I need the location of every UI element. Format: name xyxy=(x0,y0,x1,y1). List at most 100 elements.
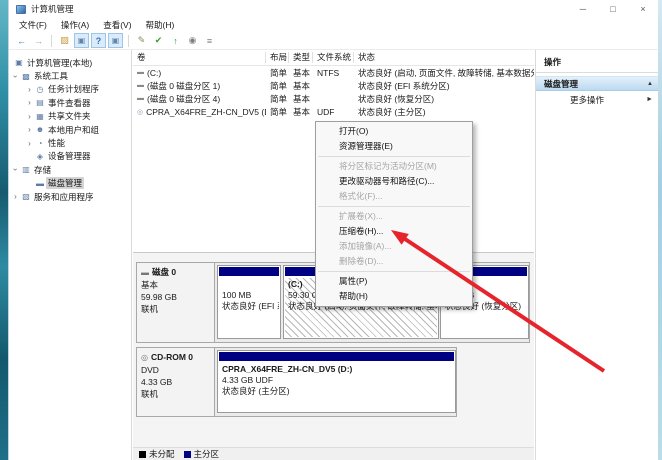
menu-item-add-mirror: 添加镜像(A)... xyxy=(339,241,392,251)
partition-efi[interactable]: 100 MB 状态良好 (EFI 系统分区) xyxy=(217,265,281,339)
tree-item-label: 共享文件夹 xyxy=(48,111,91,122)
menu-file[interactable]: 文件(F) xyxy=(12,19,54,31)
tree-item-system-tools[interactable]: › ▩ 系统工具 xyxy=(9,69,131,82)
tree-item-label: 事件查看器 xyxy=(48,97,91,108)
actions-group-label: 磁盘管理 xyxy=(544,78,579,89)
disk-name: 磁盘 0 xyxy=(152,267,177,277)
find-icon[interactable]: ◉ xyxy=(185,33,200,48)
tree-item-label: 服务和应用程序 xyxy=(34,191,94,202)
chevron-expanded-icon[interactable]: › xyxy=(11,165,20,174)
cd-icon: ◎ xyxy=(137,108,144,116)
chevron-collapsed-icon[interactable]: › xyxy=(25,125,34,134)
tree-item-storage[interactable]: › ▥ 存储 xyxy=(9,163,131,176)
partition-dvd[interactable]: CPRA_X64FRE_ZH-CN_DV5 (D:) 4.33 GB UDF 状… xyxy=(217,350,456,413)
chevron-collapsed-icon[interactable]: › xyxy=(11,192,20,201)
volume-row-c[interactable]: ▬ (C:) 简单 基本 NTFS 状态良好 (启动, 页面文件, 故障转储, 基… xyxy=(133,66,534,79)
volume-row-dvd[interactable]: ◎ CPRA_X64FRE_ZH-CN_DV5 (D:) 简单 基本 UDF 状态… xyxy=(133,105,534,118)
volume-row-partition1[interactable]: ▬ (磁盘 0 磁盘分区 1) 简单 基本 状态良好 (EFI 系统分区) xyxy=(133,79,534,92)
more-actions-label: 更多操作 xyxy=(570,94,605,105)
tree-item-task-scheduler[interactable]: › ◷ 任务计划程序 xyxy=(9,83,131,96)
tree-item-shared-folders[interactable]: › ▦ 共享文件夹 xyxy=(9,110,131,123)
menu-item-explorer[interactable]: 资源管理器(E) xyxy=(316,139,472,154)
chevron-collapsed-icon[interactable]: › xyxy=(25,112,34,121)
chevron-collapsed-icon[interactable]: › xyxy=(25,139,34,148)
minimize-button[interactable]: ─ xyxy=(568,0,598,18)
collapse-icon[interactable]: ▲ xyxy=(647,81,653,87)
volume-filesystem: UDF xyxy=(317,106,335,117)
computer-icon: ▣ xyxy=(15,58,23,68)
cd-icon: ◎ xyxy=(141,353,148,362)
volume-layout: 简单 xyxy=(270,106,288,117)
toolbar-separator xyxy=(128,34,129,47)
volume-type: 基本 xyxy=(293,106,311,117)
back-icon[interactable]: ← xyxy=(14,33,29,48)
actions-header: 操作 xyxy=(536,50,659,73)
column-header-type[interactable]: 类型 xyxy=(289,52,313,63)
tree-item-device-manager[interactable]: ◈ 设备管理器 xyxy=(9,150,131,163)
show-action-pane-icon[interactable]: ▣ xyxy=(108,33,123,48)
chevron-collapsed-icon[interactable]: › xyxy=(25,98,34,107)
forward-icon[interactable]: → xyxy=(31,33,46,48)
volume-name: CPRA_X64FRE_ZH-CN_DV5 (D:) xyxy=(146,106,266,117)
chevron-expanded-icon[interactable]: › xyxy=(11,72,20,81)
volume-layout: 简单 xyxy=(270,93,288,104)
chevron-collapsed-icon[interactable]: › xyxy=(25,85,34,94)
column-header-volume[interactable]: 卷 xyxy=(133,52,266,63)
volume-list-header: 卷 布局 类型 文件系统 状态 xyxy=(133,50,534,66)
actions-more-actions[interactable]: 更多操作 ► xyxy=(536,91,659,108)
menu-help[interactable]: 帮助(H) xyxy=(139,19,182,31)
volume-status: 状态良好 (EFI 系统分区) xyxy=(358,80,450,91)
tree-item-computer-management[interactable]: ▣ 计算机管理(本地) xyxy=(9,56,131,69)
check-disk-icon[interactable]: ✔ xyxy=(151,33,166,48)
menu-item-help[interactable]: 帮助(H) xyxy=(316,289,472,304)
volume-icon: ▬ xyxy=(137,69,144,76)
legend-unallocated: 未分配 xyxy=(139,448,175,460)
tree-item-event-viewer[interactable]: › ▤ 事件查看器 xyxy=(9,96,131,109)
volume-name: (磁盘 0 磁盘分区 4) xyxy=(147,93,221,104)
menu-item-shrink-volume[interactable]: 压缩卷(H)... xyxy=(316,224,472,239)
up-level-icon[interactable]: ↑ xyxy=(168,33,183,48)
column-header-filesystem[interactable]: 文件系统 xyxy=(313,52,354,63)
volume-name: (C:) xyxy=(147,67,162,78)
tree-item-services-applications[interactable]: › ▧ 服务和应用程序 xyxy=(9,190,131,203)
disk-0-header[interactable]: ▬ 磁盘 0 基本 59.98 GB 联机 xyxy=(137,263,215,342)
volume-filesystem: NTFS xyxy=(317,67,340,78)
performance-icon: ◔ xyxy=(37,138,43,148)
partition-label: CPRA_X64FRE_ZH-CN_DV5 (D:) xyxy=(222,364,353,374)
tree-item-performance[interactable]: › ◔ 性能 xyxy=(9,136,131,149)
menu-item-change-drive-letter[interactable]: 更改驱动器号和路径(C)... xyxy=(316,174,472,189)
toolbar: ← → ▨ ▣ ? ▣ ✎ ✔ ↑ ◉ ≡ xyxy=(9,32,658,50)
titlebar[interactable]: 计算机管理 ─ □ × xyxy=(9,0,658,18)
menu-view[interactable]: 查看(V) xyxy=(96,19,138,31)
menu-bar: 文件(F) 操作(A) 查看(V) 帮助(H) xyxy=(9,18,658,32)
menu-item-open[interactable]: 打开(O) xyxy=(316,124,472,139)
legend-label: 未分配 xyxy=(149,449,175,459)
partition-color-band xyxy=(219,267,279,276)
volume-row-partition4[interactable]: ▬ (磁盘 0 磁盘分区 4) 简单 基本 状态良好 (恢复分区) xyxy=(133,92,534,105)
tree-item-label: 本地用户和组 xyxy=(48,124,100,135)
actions-group-disk-management[interactable]: 磁盘管理 ▲ xyxy=(536,76,659,91)
tree-item-disk-management[interactable]: ▬ 磁盘管理 xyxy=(9,177,131,190)
menu-separator xyxy=(318,271,470,272)
window-title: 计算机管理 xyxy=(31,4,74,14)
partition-size: 100 MB xyxy=(222,289,252,300)
legend-label: 主分区 xyxy=(193,449,220,459)
list-icon[interactable]: ≡ xyxy=(202,33,217,48)
maximize-button[interactable]: □ xyxy=(598,0,628,18)
column-header-status[interactable]: 状态 xyxy=(354,52,534,63)
menu-action[interactable]: 操作(A) xyxy=(54,19,96,31)
volume-layout: 简单 xyxy=(270,67,288,78)
tree-item-label: 计算机管理(本地) xyxy=(27,57,93,68)
export-icon[interactable]: ▨ xyxy=(57,33,72,48)
tree-item-local-users-groups[interactable]: › ☻ 本地用户和组 xyxy=(9,123,131,136)
column-header-layout[interactable]: 布局 xyxy=(266,52,289,63)
help-icon[interactable]: ? xyxy=(91,33,106,48)
menu-separator xyxy=(318,156,470,157)
cdrom-0-header[interactable]: ◎ CD-ROM 0 DVD 4.33 GB 联机 xyxy=(137,348,215,416)
show-console-tree-icon[interactable]: ▣ xyxy=(74,33,89,48)
menu-item-properties[interactable]: 属性(P) xyxy=(316,274,472,289)
event-viewer-icon: ▤ xyxy=(36,98,44,108)
close-button[interactable]: × xyxy=(628,0,658,18)
screen: 计算机管理 ─ □ × 文件(F) 操作(A) 查看(V) 帮助(H) ← → … xyxy=(0,0,662,460)
manage-icon[interactable]: ✎ xyxy=(134,33,149,48)
